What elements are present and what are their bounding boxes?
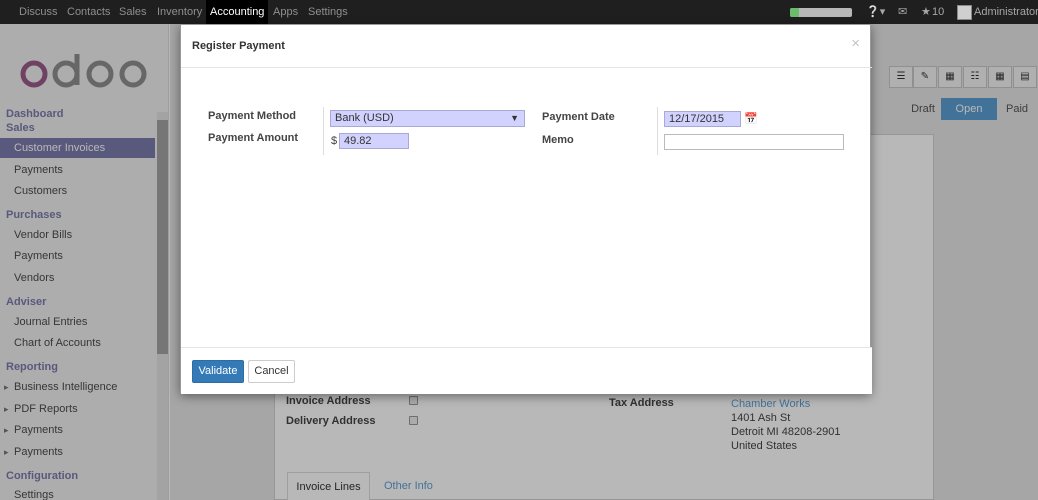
payment-amount-field[interactable]: 49.82	[339, 133, 409, 149]
register-payment-dialog: Register Payment × Payment Method Bank (…	[180, 24, 872, 394]
mail-icon[interactable]: ✉	[898, 0, 907, 24]
user-name[interactable]: Administrator	[974, 0, 1038, 24]
help-icon[interactable]: ❔▾	[866, 0, 885, 24]
progress-fill	[790, 8, 799, 17]
calendar-icon[interactable]: 📅	[744, 112, 758, 125]
payment-method-label: Payment Method	[208, 110, 297, 122]
memo-label: Memo	[542, 134, 574, 146]
chevron-down-icon: ▼	[510, 113, 519, 123]
chat-icon[interactable]: ★	[921, 0, 931, 24]
cancel-button[interactable]: Cancel	[248, 360, 295, 383]
divider	[657, 107, 658, 155]
modal-title: Register Payment	[192, 40, 285, 52]
payment-method-select[interactable]: Bank (USD) ▼	[330, 110, 525, 127]
menu-accounting[interactable]: Accounting	[206, 0, 269, 24]
memo-field[interactable]	[664, 134, 844, 150]
payment-amount-label: Payment Amount	[208, 132, 299, 144]
validate-button[interactable]: Validate	[192, 360, 244, 383]
menu-contacts[interactable]: Contacts	[67, 0, 110, 24]
modal-header: Register Payment ×	[181, 25, 872, 68]
close-icon[interactable]: ×	[851, 35, 860, 52]
menu-settings[interactable]: Settings	[308, 0, 348, 24]
top-bar: Discuss Contacts Sales Inventory Account…	[0, 0, 1038, 24]
menu-sales[interactable]: Sales	[119, 0, 147, 24]
currency-symbol: $	[331, 135, 338, 147]
menu-inventory[interactable]: Inventory	[157, 0, 202, 24]
menu-apps[interactable]: Apps	[273, 0, 298, 24]
divider	[323, 107, 324, 155]
progress-bar	[790, 8, 852, 17]
modal-footer: Validate Cancel	[181, 347, 872, 394]
menu-discuss[interactable]: Discuss	[19, 0, 58, 24]
avatar[interactable]	[957, 5, 972, 20]
payment-method-value: Bank (USD)	[335, 112, 394, 124]
chat-count[interactable]: 10	[932, 0, 944, 24]
payment-date-field[interactable]: 12/17/2015	[664, 111, 741, 127]
payment-date-label: Payment Date	[542, 111, 615, 123]
